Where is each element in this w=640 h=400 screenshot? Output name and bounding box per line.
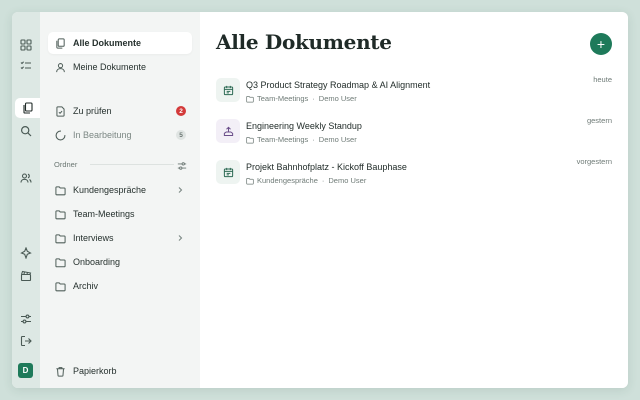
document-title: Q3 Product Strategy Roadmap & AI Alignme…: [246, 80, 431, 90]
sidebar-item-label: In Bearbeitung: [73, 130, 132, 140]
document-row[interactable]: Projekt Bahnhofplatz - Kickoff Bauphase …: [216, 157, 612, 190]
trash-icon: [54, 365, 66, 377]
sidebar-folder-archiv[interactable]: Archiv: [48, 275, 192, 297]
separator: ·: [321, 176, 325, 185]
chevron-right-icon[interactable]: [176, 185, 184, 195]
logout-icon[interactable]: [16, 331, 36, 351]
separator: ·: [312, 135, 315, 144]
review-count-badge: 2: [176, 106, 186, 116]
calendar-icon: [216, 78, 240, 102]
sparkle-icon[interactable]: [16, 243, 36, 263]
folder-icon: [246, 136, 254, 144]
folder-icon: [246, 177, 254, 185]
chevron-right-icon[interactable]: [176, 233, 184, 243]
sidebar-item-all-documents[interactable]: Alle Dokumente: [48, 32, 192, 54]
sidebar-item-label: Zu prüfen: [73, 106, 112, 116]
folder-icon: [54, 232, 66, 244]
document-title: Projekt Bahnhofplatz - Kickoff Bauphase: [246, 162, 407, 172]
doc-check-icon: [54, 105, 66, 117]
document-owner: Demo User: [318, 135, 357, 144]
clapper-icon[interactable]: [16, 266, 36, 286]
add-document-button[interactable]: +: [590, 33, 612, 55]
documents-icon[interactable]: [15, 98, 40, 118]
sidebar: Alle Dokumente Meine Dokumente Zu prüfen…: [40, 12, 200, 388]
document-owner: Demo User: [328, 176, 367, 185]
user-icon: [54, 61, 66, 73]
folders-heading: Ordner: [54, 160, 78, 169]
dashboard-icon[interactable]: [16, 35, 36, 55]
icon-rail: D: [12, 12, 40, 388]
document-date: vorgestern: [576, 157, 612, 166]
document-folder: Team-Meetings: [257, 94, 309, 103]
document-row[interactable]: Engineering Weekly Standup Team-Meetings…: [216, 116, 612, 149]
document-meta: Kundengespräche · Demo User: [246, 176, 366, 185]
spinner-icon: [54, 129, 66, 141]
document-row[interactable]: Q3 Product Strategy Roadmap & AI Alignme…: [216, 75, 612, 108]
checklist-icon[interactable]: [16, 56, 36, 76]
folder-icon: [54, 280, 66, 292]
sidebar-item-in-progress[interactable]: In Bearbeitung 5: [48, 124, 192, 146]
main-content: Alle Dokumente + Q3 Product Strategy Roa…: [200, 12, 628, 388]
sidebar-item-trash[interactable]: Papierkorb: [48, 360, 192, 382]
document-date: heute: [593, 75, 612, 84]
document-date: gestern: [586, 116, 612, 125]
documents-icon: [54, 37, 66, 49]
page-title: Alle Dokumente: [216, 30, 392, 54]
sidebar-item-label: Papierkorb: [73, 366, 117, 376]
users-icon[interactable]: [16, 168, 36, 188]
sidebar-item-label: Meine Dokumente: [73, 62, 147, 72]
search-icon[interactable]: [16, 121, 36, 141]
separator: ·: [312, 94, 315, 103]
sidebar-folder-label: Archiv: [73, 281, 99, 291]
sidebar-folder-team-meetings[interactable]: Team-Meetings: [48, 203, 192, 225]
sidebar-folder-kundengespraeche[interactable]: Kundengespräche: [48, 179, 192, 201]
settings-sliders-icon[interactable]: [16, 309, 36, 329]
sidebar-folder-label: Onboarding: [73, 257, 121, 267]
sidebar-item-to-review[interactable]: Zu prüfen 2: [48, 100, 192, 122]
folder-icon: [54, 256, 66, 268]
folder-icon: [246, 95, 254, 103]
document-meta: Team-Meetings · Demo User: [246, 135, 357, 144]
sidebar-folder-label: Interviews: [73, 233, 114, 243]
document-folder: Kundengespräche: [257, 176, 318, 185]
calendar-icon: [216, 160, 240, 184]
sidebar-folder-onboarding[interactable]: Onboarding: [48, 251, 192, 273]
document-title: Engineering Weekly Standup: [246, 121, 362, 131]
document-owner: Demo User: [318, 94, 357, 103]
app-window: D Alle Dokumente Meine Dokumente Zu prüf…: [12, 12, 628, 388]
document-folder: Team-Meetings: [257, 135, 309, 144]
sidebar-folder-label: Team-Meetings: [73, 209, 135, 219]
sidebar-folder-label: Kundengespräche: [73, 185, 147, 195]
document-meta: Team-Meetings · Demo User: [246, 94, 357, 103]
folder-icon: [54, 184, 66, 196]
in-progress-count-badge: 5: [176, 130, 186, 140]
folder-icon: [54, 208, 66, 220]
avatar[interactable]: D: [18, 363, 33, 378]
upload-icon: [216, 119, 240, 143]
sidebar-item-label: Alle Dokumente: [73, 38, 142, 48]
sidebar-item-my-documents[interactable]: Meine Dokumente: [48, 56, 192, 78]
filter-sliders-icon[interactable]: [177, 158, 187, 170]
divider: [90, 164, 174, 165]
sidebar-folder-interviews[interactable]: Interviews: [48, 227, 192, 249]
